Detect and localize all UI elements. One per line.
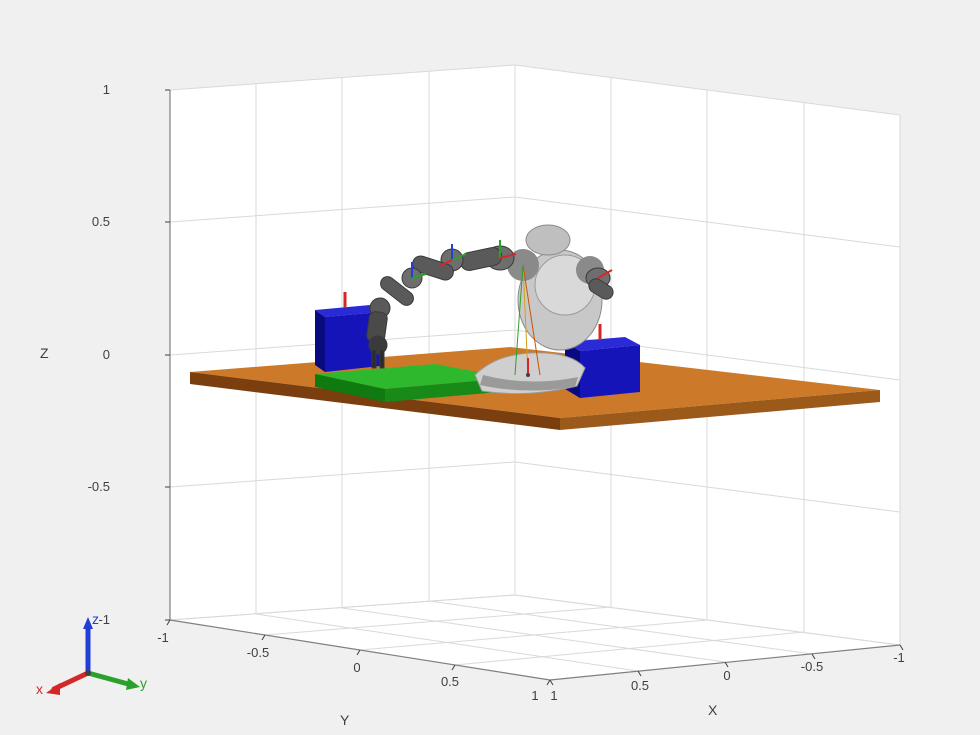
z-tick--0.5: -0.5	[68, 479, 110, 494]
y-tick-0.5: 0.5	[430, 674, 470, 689]
triad-x-label: x	[36, 681, 43, 697]
z-tick-0: 0	[80, 347, 110, 362]
z-tick-1: 1	[80, 82, 110, 97]
orientation-triad[interactable]: z y x	[40, 595, 160, 715]
x-tick-0: 0	[712, 668, 742, 683]
triad-z-label: z	[92, 611, 99, 627]
x-tick--0.5: -0.5	[790, 659, 834, 674]
z-axis-label: Z	[40, 345, 49, 361]
triad-y-label: y	[140, 675, 147, 691]
x-tick-1: 1	[544, 688, 564, 703]
y-axis-label: Y	[340, 712, 349, 728]
y-tick-0: 0	[342, 660, 372, 675]
scene-svg	[120, 40, 920, 700]
axes-3d[interactable]: 1 0.5 0 -0.5 -1 -1 -0.5 0 0.5 1 1 0.5 0 …	[120, 40, 920, 700]
x-axis-label: X	[708, 702, 717, 718]
y-tick--0.5: -0.5	[238, 645, 278, 660]
x-tick-0.5: 0.5	[620, 678, 660, 693]
x-tick--1: -1	[884, 650, 914, 665]
figure-window: 1 0.5 0 -0.5 -1 -1 -0.5 0 0.5 1 1 0.5 0 …	[0, 0, 980, 735]
z-tick-0.5: 0.5	[72, 214, 110, 229]
